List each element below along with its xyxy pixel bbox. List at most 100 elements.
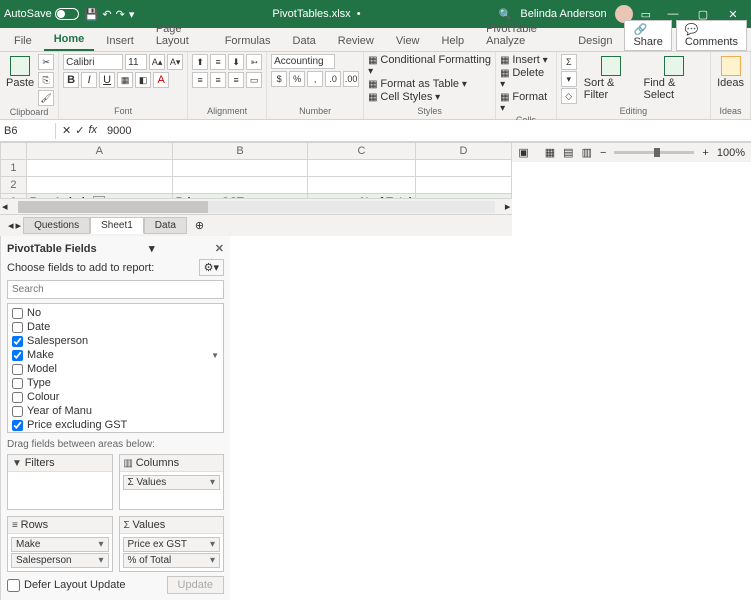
autosave-toggle[interactable]: AutoSave — [4, 8, 79, 20]
close-button[interactable]: ✕ — [719, 8, 747, 21]
field-model[interactable]: Model — [10, 362, 221, 376]
format-painter-icon[interactable]: 🖌 — [38, 90, 54, 106]
zoom-slider[interactable] — [614, 151, 694, 154]
share-button[interactable]: 🔗 Share — [624, 20, 671, 51]
conditional-formatting-button[interactable]: ▦ Conditional Formatting ▾ — [368, 54, 491, 77]
area-pill[interactable]: % of Total — [123, 553, 221, 568]
decrease-font-icon[interactable]: A▾ — [167, 54, 183, 70]
enter-formula-icon[interactable]: ✓ — [75, 124, 84, 137]
col-header-C[interactable]: C — [308, 143, 415, 160]
clear-icon[interactable]: ◇ — [561, 88, 577, 104]
area-pill[interactable]: Salesperson — [11, 553, 109, 568]
view-normal-icon[interactable]: ▦ — [545, 146, 555, 159]
defer-layout-checkbox[interactable] — [7, 579, 20, 592]
area-pill[interactable]: Σ Values — [123, 475, 221, 490]
qat-more-icon[interactable]: ▾ — [129, 8, 135, 21]
tab-file[interactable]: File — [4, 31, 42, 51]
tab-help[interactable]: Help — [432, 31, 475, 51]
percent-icon[interactable]: % — [289, 71, 305, 87]
sort-filter-button[interactable]: Sort & Filter — [582, 54, 640, 103]
number-format-select[interactable] — [271, 54, 335, 69]
wrap-text-icon[interactable]: ➳ — [246, 54, 262, 70]
fx-icon[interactable]: fx — [88, 124, 97, 137]
paste-button[interactable]: Paste — [4, 54, 36, 91]
columns-area[interactable]: ▥ Columns Σ Values — [119, 454, 225, 510]
increase-decimal-icon[interactable]: .0 — [325, 71, 341, 87]
area-pill[interactable]: Price ex GST — [123, 537, 221, 552]
field-year-of-manu[interactable]: Year of Manu — [10, 404, 221, 418]
ideas-button[interactable]: Ideas — [715, 54, 746, 91]
sheet-tab-sheet1[interactable]: Sheet1 — [90, 217, 144, 234]
cell-styles-button[interactable]: ▦ Cell Styles ▾ — [368, 91, 440, 103]
field-make[interactable]: Make — [10, 348, 221, 362]
tab-view[interactable]: View — [386, 31, 430, 51]
select-all-corner[interactable] — [1, 143, 27, 160]
name-box[interactable] — [0, 123, 56, 139]
field-no[interactable]: No — [10, 306, 221, 320]
tab-pivottable-analyze[interactable]: PivotTable Analyze — [476, 19, 566, 51]
format-as-table-button[interactable]: ▦ Format as Table ▾ — [368, 78, 467, 90]
update-button[interactable]: Update — [167, 576, 224, 594]
align-left-icon[interactable]: ≡ — [192, 72, 208, 88]
scroll-left-icon[interactable]: ◂ — [2, 200, 8, 213]
field-price-excluding-gst[interactable]: Price excluding GST — [10, 418, 221, 432]
tab-formulas[interactable]: Formulas — [215, 31, 281, 51]
formula-input[interactable] — [103, 123, 751, 139]
align-right-icon[interactable]: ≡ — [228, 72, 244, 88]
horizontal-scrollbar[interactable]: ◂ ▸ — [0, 198, 512, 214]
field-salesperson[interactable]: Salesperson — [10, 334, 221, 348]
gear-icon[interactable]: ⚙▾ — [199, 259, 224, 276]
comma-icon[interactable]: , — [307, 71, 323, 87]
area-pill[interactable]: Make — [11, 537, 109, 552]
undo-icon[interactable]: ↶ — [102, 8, 111, 21]
underline-button[interactable]: U — [99, 72, 115, 88]
zoom-out-icon[interactable]: − — [600, 147, 606, 159]
field-colour[interactable]: Colour — [10, 390, 221, 404]
comments-button[interactable]: 💬 Comments — [676, 20, 747, 51]
minimize-button[interactable]: — — [659, 8, 687, 21]
tab-review[interactable]: Review — [328, 31, 384, 51]
decrease-decimal-icon[interactable]: .00 — [343, 71, 359, 87]
sheet-nav-prev-icon[interactable]: ◂ — [8, 219, 14, 232]
record-macro-icon[interactable]: ▣ — [518, 146, 528, 159]
align-center-icon[interactable]: ≡ — [210, 72, 226, 88]
cut-icon[interactable]: ✂ — [38, 54, 54, 70]
rows-area[interactable]: ≡ Rows MakeSalesperson — [7, 516, 113, 572]
insert-cells-button[interactable]: ▦ Insert ▾ — [500, 54, 548, 66]
find-select-button[interactable]: Find & Select — [642, 54, 707, 103]
italic-button[interactable]: I — [81, 72, 97, 88]
spreadsheet-grid[interactable]: ABCD123Row Labels▾Price ex GST% of Total… — [0, 142, 512, 198]
new-sheet-button[interactable]: ⊕ — [189, 219, 210, 232]
tab-design[interactable]: Design — [568, 31, 622, 51]
copy-icon[interactable]: ⎘ — [38, 72, 54, 88]
pane-close-icon[interactable]: ✕ — [215, 242, 224, 255]
maximize-button[interactable]: ▢ — [689, 8, 717, 21]
border-button[interactable]: ▦ — [117, 72, 133, 88]
zoom-in-icon[interactable]: + — [702, 147, 708, 159]
currency-icon[interactable]: $ — [271, 71, 287, 87]
delete-cells-button[interactable]: ▦ Delete ▾ — [500, 67, 552, 90]
merge-icon[interactable]: ▭ — [246, 72, 262, 88]
tab-page-layout[interactable]: Page Layout — [146, 19, 213, 51]
align-bottom-icon[interactable]: ⬇ — [228, 54, 244, 70]
align-top-icon[interactable]: ⬆ — [192, 54, 208, 70]
tab-data[interactable]: Data — [283, 31, 326, 51]
fill-color-button[interactable]: ◧ — [135, 72, 151, 88]
view-page-icon[interactable]: ▤ — [563, 146, 573, 159]
font-family-select[interactable] — [63, 54, 123, 70]
col-header-D[interactable]: D — [415, 143, 512, 160]
field-payment-method[interactable]: Payment Method — [10, 432, 221, 433]
zoom-level[interactable]: 100% — [717, 147, 745, 159]
align-middle-icon[interactable]: ≡ — [210, 54, 226, 70]
col-header-B[interactable]: B — [172, 143, 307, 160]
tab-home[interactable]: Home — [44, 29, 95, 51]
scroll-right-icon[interactable]: ▸ — [505, 200, 511, 213]
row-header[interactable]: 2 — [1, 177, 27, 194]
sheet-tab-questions[interactable]: Questions — [23, 217, 90, 234]
ribbon-display-icon[interactable]: ▭ — [641, 8, 651, 21]
field-date[interactable]: Date — [10, 320, 221, 334]
tab-insert[interactable]: Insert — [96, 31, 144, 51]
autosum-icon[interactable]: Σ — [561, 54, 577, 70]
values-area[interactable]: Σ Values Price ex GST% of Total — [119, 516, 225, 572]
save-icon[interactable]: 💾 — [85, 8, 99, 21]
